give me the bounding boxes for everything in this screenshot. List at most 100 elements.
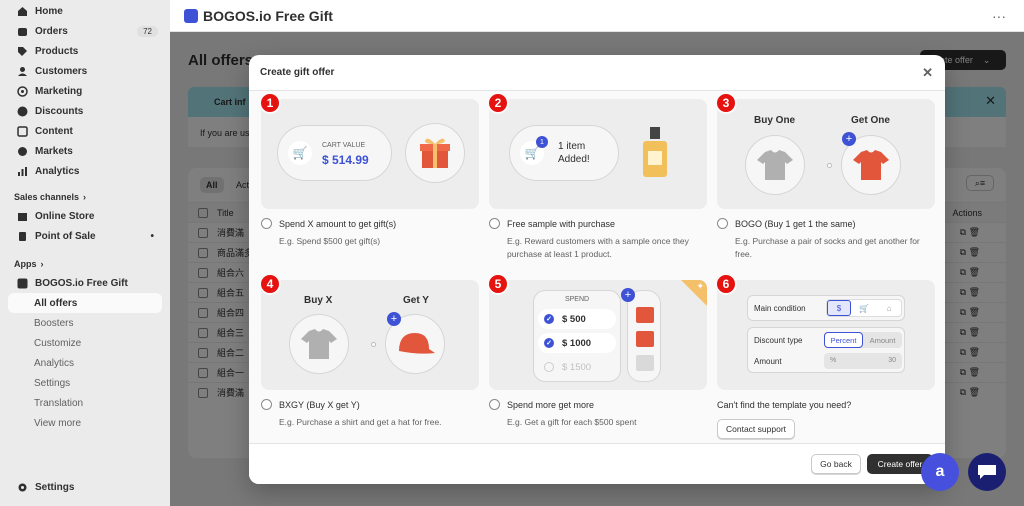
- sidebar-item-label: Settings: [35, 481, 75, 493]
- globe-icon: [17, 146, 28, 157]
- cart-icon: 🛒: [859, 303, 869, 313]
- discount-type-label: Discount type: [754, 336, 803, 345]
- grey-shirt-circle: [745, 135, 805, 195]
- sidebar-item-orders[interactable]: Orders 72: [0, 21, 170, 41]
- sidebar-item-label: Markets: [35, 145, 73, 157]
- offer-option-radio-row[interactable]: BOGO (Buy 1 get 1 the same): [717, 218, 935, 229]
- spend-label: SPEND: [564, 296, 590, 303]
- card-illustration: Buy One Get One +: [717, 99, 935, 209]
- radio-button[interactable]: [489, 399, 500, 410]
- sidebar-item-online-store[interactable]: Online Store: [0, 206, 170, 226]
- offer-description: E.g. Purchase a pair of socks and get an…: [735, 236, 920, 259]
- get-one-label: Get One: [851, 115, 890, 126]
- sidebar-item-markets[interactable]: Markets: [0, 141, 170, 161]
- sidebar-subitem-analytics[interactable]: Analytics: [0, 353, 170, 373]
- card-illustration: 🛒 CART VALUE $ 514.99: [261, 99, 479, 209]
- sidebar-subitem-label: Translation: [34, 397, 84, 409]
- offer-option-radio-row[interactable]: BXGY (Buy X get Y): [261, 399, 479, 410]
- sidebar-subitem-all-offers[interactable]: All offers: [8, 293, 162, 313]
- offer-option-radio-row[interactable]: Free sample with purchase: [489, 218, 707, 229]
- offer-card-spend-more[interactable]: 5 ✦ SPEND ✓ $ 500 ✓ $ 1000 $ 1500 + Spend …: [487, 273, 707, 429]
- spend-tier: ✓ $ 500: [538, 309, 616, 329]
- app-icon: [17, 278, 28, 289]
- plus-icon: +: [842, 132, 856, 146]
- sidebar-item-marketing[interactable]: Marketing: [0, 81, 170, 101]
- cant-find-text: Can't find the template you need?: [717, 400, 852, 410]
- cart-value-amount: $ 514.99: [322, 153, 369, 167]
- tag-icon: ⌂: [886, 303, 892, 313]
- dot-icon: •: [150, 230, 154, 242]
- buy-x-label: Buy X: [304, 295, 333, 306]
- orders-icon: [17, 26, 28, 37]
- step-number-badge: 5: [487, 273, 509, 295]
- more-icon[interactable]: ···: [992, 8, 1006, 24]
- content-icon: [17, 125, 28, 137]
- chart-icon: [17, 166, 28, 177]
- sidebar-item-content[interactable]: Content: [0, 121, 170, 141]
- step-number-badge: 1: [259, 92, 281, 114]
- person-icon: [17, 66, 28, 77]
- amount-value: 30: [888, 357, 896, 364]
- modal-header: Create gift offer ✕: [249, 55, 945, 91]
- app-title: BOGOS.io Free Gift: [203, 7, 333, 24]
- gift-circle: [405, 123, 465, 183]
- sidebar-subitem-label: View more: [34, 417, 82, 429]
- sidebar-item-home[interactable]: Home: [0, 1, 170, 21]
- cart-value-label: CART VALUE: [322, 142, 366, 149]
- offer-card-spend-x[interactable]: 1 🛒 CART VALUE $ 514.99 Spend X amount t…: [259, 92, 479, 248]
- sidebar-subitem-label: Customize: [34, 337, 82, 349]
- step-number-badge: 2: [487, 92, 509, 114]
- assistant-fab[interactable]: a: [921, 453, 959, 491]
- pos-icon: [17, 231, 28, 242]
- sidebar-subitem-translation[interactable]: Translation: [0, 393, 170, 413]
- offer-option-radio-row[interactable]: Spend X amount to get gift(s): [261, 218, 479, 229]
- radio-button[interactable]: [717, 218, 728, 229]
- sidebar-item-label: Point of Sale: [35, 230, 96, 242]
- sidebar-item-label: Home: [35, 5, 63, 17]
- offer-title: Free sample with purchase: [507, 218, 616, 229]
- sidebar-item-customers[interactable]: Customers: [0, 61, 170, 81]
- sidebar-item-pos[interactable]: Point of Sale •: [0, 226, 170, 246]
- step-number-badge: 4: [259, 273, 281, 295]
- offer-card-bogo[interactable]: 3 Buy One Get One + BOGO (Buy 1 get 1 th…: [715, 92, 935, 261]
- offer-option-radio-row[interactable]: Spend more get more: [489, 399, 707, 410]
- shirt-icon: [301, 329, 337, 359]
- apps-title[interactable]: Apps ›: [0, 255, 170, 273]
- sidebar-item-label: Products: [35, 45, 79, 57]
- store-icon: [17, 211, 28, 222]
- modal-body: 1 🛒 CART VALUE $ 514.99 Spend X amount t…: [249, 91, 945, 443]
- sidebar-item-products[interactable]: Products: [0, 41, 170, 61]
- radio-button[interactable]: [261, 218, 272, 229]
- contact-support-button[interactable]: Contact support: [717, 419, 796, 439]
- main-condition-row: Main condition $ 🛒 ⌂: [747, 295, 905, 321]
- chat-fab[interactable]: [968, 453, 1006, 491]
- amount-field: % 30: [824, 353, 902, 369]
- amount-tab: Amount: [869, 335, 896, 345]
- offer-card-bxgy[interactable]: 4 Buy X Get Y + BXGY (Buy X get Y) E.g. …: [259, 273, 479, 429]
- sidebar-subitem-boosters[interactable]: Boosters: [0, 313, 170, 333]
- perfume-bottle-icon: [643, 127, 667, 177]
- radio-button[interactable]: [261, 399, 272, 410]
- gift-stack: [627, 290, 661, 382]
- radio-button[interactable]: [489, 218, 500, 229]
- sidebar-item-discounts[interactable]: Discounts: [0, 101, 170, 121]
- sidebar-subitem-label: Analytics: [34, 357, 75, 369]
- sidebar-subitem-view-more[interactable]: View more: [0, 413, 170, 433]
- connector-dot: [827, 163, 832, 168]
- go-back-button[interactable]: Go back: [811, 454, 861, 474]
- chevron-right-icon: ›: [40, 259, 44, 269]
- tier-amount: $ 1500: [562, 361, 592, 373]
- sidebar-item-settings[interactable]: Settings: [0, 477, 170, 497]
- sidebar-item-bogos[interactable]: BOGOS.io Free Gift: [0, 273, 170, 293]
- sales-channels-title[interactable]: Sales channels ›: [0, 188, 170, 206]
- sidebar-subitem-settings[interactable]: Settings: [0, 373, 170, 393]
- main-condition-label: Main condition: [754, 303, 806, 313]
- bogos-logo-icon: [184, 8, 198, 23]
- target-icon: [17, 85, 28, 97]
- sidebar-item-analytics[interactable]: Analytics: [0, 161, 170, 181]
- offer-card-free-sample[interactable]: 2 🛒 1 1 item Added! Free sample with pur…: [487, 92, 707, 261]
- sidebar-subitem-customize[interactable]: Customize: [0, 333, 170, 353]
- offer-card-custom[interactable]: 6 Main condition $ 🛒 ⌂ Discount type Per…: [715, 273, 935, 439]
- close-icon[interactable]: ✕: [922, 66, 933, 79]
- check-icon: ✓: [544, 314, 554, 324]
